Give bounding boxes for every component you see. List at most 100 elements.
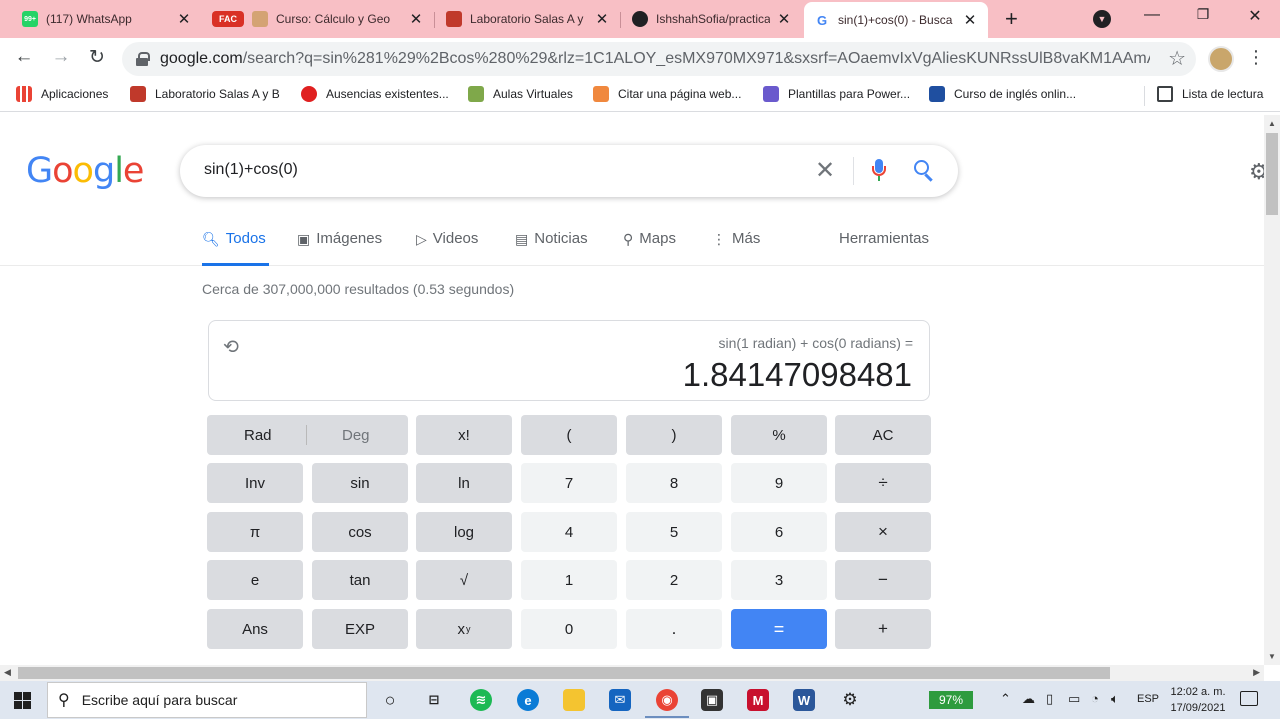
mail-icon[interactable]: ✉ — [609, 689, 631, 711]
horizontal-scrollbar[interactable]: ◀ ▶ — [0, 665, 1264, 681]
bookmark-plantillas[interactable]: Plantillas para Power... — [763, 86, 910, 102]
microphone-icon[interactable] — [872, 159, 886, 183]
tab-todos[interactable]: 🔍︎ Todos — [202, 230, 269, 266]
digit-0-button[interactable]: 0 — [521, 609, 617, 649]
digit-2-button[interactable]: 2 — [626, 560, 722, 600]
file-explorer-icon[interactable] — [563, 689, 585, 711]
google-logo[interactable]: Google — [26, 151, 144, 191]
digit-5-button[interactable]: 5 — [626, 512, 722, 552]
taskbar-search-box[interactable]: ⚲ Escribe aquí para buscar — [47, 682, 367, 718]
search-input[interactable]: sin(1)+cos(0) — [204, 161, 298, 179]
sin-button[interactable]: sin — [312, 463, 408, 503]
log-button[interactable]: log — [416, 512, 512, 552]
word-icon[interactable]: W — [793, 689, 815, 711]
decimal-button[interactable]: . — [626, 609, 722, 649]
restore-icon[interactable]: ❐ — [1188, 6, 1218, 23]
settings-gear-icon[interactable]: ⚙ — [839, 689, 861, 711]
pi-button[interactable]: π — [207, 512, 303, 552]
tab-maps[interactable]: ⚲ Maps — [623, 230, 676, 266]
digit-7-button[interactable]: 7 — [521, 463, 617, 503]
vertical-scrollbar[interactable]: ▲ ▼ — [1264, 115, 1280, 665]
tab-search-icon[interactable]: ▼ — [1093, 10, 1111, 28]
url-text[interactable]: google.com/search?q=sin%281%29%2Bcos%280… — [160, 50, 1150, 68]
rad-label[interactable]: Rad — [244, 427, 272, 444]
volume-icon[interactable]: 🔈︎ — [1111, 691, 1119, 707]
bookmark-aulas[interactable]: Aulas Virtuales — [468, 86, 573, 102]
scroll-up-icon[interactable]: ▲ — [1268, 119, 1276, 128]
lock-icon[interactable] — [136, 52, 150, 66]
device-icon[interactable]: ▯ — [1046, 691, 1053, 707]
cloud-icon[interactable]: ☁ — [1022, 691, 1035, 707]
bookmark-aplicaciones[interactable]: Aplicaciones — [16, 86, 108, 102]
digit-4-button[interactable]: 4 — [521, 512, 617, 552]
tab-laboratorio[interactable]: Laboratorio Salas A y ✕ — [436, 4, 620, 34]
tab-github[interactable]: IshshahSofia/practica ✕ — [622, 4, 802, 34]
ln-button[interactable]: ln — [416, 463, 512, 503]
tan-button[interactable]: tan — [312, 560, 408, 600]
sqrt-button[interactable]: √ — [416, 560, 512, 600]
language-indicator[interactable]: ESP — [1137, 693, 1159, 705]
tab-imagenes[interactable]: ▣ Imágenes — [297, 230, 382, 266]
minimize-icon[interactable]: — — [1137, 6, 1167, 24]
tab-whatsapp[interactable]: 99+ (117) WhatsApp ✕ — [12, 4, 202, 34]
battery-icon[interactable]: ▭ — [1068, 691, 1080, 707]
windows-start-icon[interactable] — [14, 692, 31, 709]
factorial-button[interactable]: x! — [416, 415, 512, 455]
cos-button[interactable]: cos — [312, 512, 408, 552]
back-icon[interactable]: ← — [11, 46, 37, 68]
store-icon[interactable]: ▣ — [701, 689, 723, 711]
close-icon[interactable]: ✕ — [176, 10, 192, 28]
tab-google-search[interactable]: G sin(1)+cos(0) - Busca ✕ — [804, 2, 988, 38]
bookmark-citar[interactable]: Citar una página web... — [593, 86, 741, 102]
digit-3-button[interactable]: 3 — [731, 560, 827, 600]
scroll-right-icon[interactable]: ▶ — [1253, 667, 1260, 678]
answer-button[interactable]: Ans — [207, 609, 303, 649]
digit-1-button[interactable]: 1 — [521, 560, 617, 600]
address-bar[interactable]: google.com/search?q=sin%281%29%2Bcos%280… — [122, 42, 1196, 76]
chrome-icon[interactable]: ◉ — [656, 689, 678, 711]
horizontal-scroll-thumb[interactable] — [18, 667, 1110, 679]
tab-mas[interactable]: ⋮ Más — [712, 230, 760, 266]
task-view-icon[interactable]: ⊟ — [423, 689, 445, 711]
spotify-icon[interactable]: ≋ — [470, 689, 492, 711]
chevron-up-icon[interactable]: ⌃ — [1000, 691, 1011, 707]
profile-avatar[interactable] — [1208, 46, 1234, 72]
power-button[interactable]: xy — [416, 609, 512, 649]
plus-button[interactable]: + — [835, 609, 931, 649]
scroll-down-icon[interactable]: ▼ — [1268, 652, 1276, 661]
forward-icon[interactable]: → — [48, 46, 74, 68]
inverse-button[interactable]: Inv — [207, 463, 303, 503]
search-icon[interactable] — [914, 160, 936, 182]
tab-noticias[interactable]: ▤ Noticias — [515, 230, 588, 266]
equals-button[interactable]: = — [731, 609, 827, 649]
battery-meter[interactable]: 97% — [929, 691, 973, 709]
close-paren-button[interactable]: ) — [626, 415, 722, 455]
new-tab-icon[interactable]: + — [1005, 6, 1018, 32]
vertical-scroll-thumb[interactable] — [1266, 133, 1278, 215]
deg-label[interactable]: Deg — [342, 427, 370, 444]
settings-gear-icon[interactable]: ⚙ — [1249, 159, 1264, 185]
euler-button[interactable]: e — [207, 560, 303, 600]
bookmark-star-icon[interactable]: ☆ — [1168, 46, 1186, 71]
cortana-icon[interactable]: ○ — [379, 689, 401, 711]
history-icon[interactable]: ⟲ — [223, 336, 239, 359]
wifi-icon[interactable]: ◔ — [1091, 691, 1099, 706]
close-icon[interactable]: ✕ — [408, 10, 424, 28]
bookmark-laboratorio[interactable]: Laboratorio Salas A y B — [130, 86, 280, 102]
bookmark-ingles[interactable]: Curso de inglés onlin... — [929, 86, 1076, 102]
clock[interactable]: 12:02 a. m. 17/09/2021 — [1166, 684, 1230, 716]
minus-button[interactable]: − — [835, 560, 931, 600]
edge-icon[interactable]: e — [517, 689, 539, 711]
bookmark-ausencias[interactable]: Ausencias existentes... — [301, 86, 449, 102]
digit-8-button[interactable]: 8 — [626, 463, 722, 503]
mcafee-icon[interactable]: M — [747, 689, 769, 711]
percent-button[interactable]: % — [731, 415, 827, 455]
reload-icon[interactable]: ↻ — [84, 46, 110, 69]
divide-button[interactable]: ÷ — [835, 463, 931, 503]
rad-deg-toggle[interactable]: Rad Deg — [207, 415, 408, 455]
all-clear-button[interactable]: AC — [835, 415, 931, 455]
close-icon[interactable]: ✕ — [594, 10, 610, 28]
tools-button[interactable]: Herramientas — [839, 230, 929, 266]
clear-search-icon[interactable]: ✕ — [812, 156, 838, 185]
scroll-left-icon[interactable]: ◀ — [4, 667, 11, 678]
